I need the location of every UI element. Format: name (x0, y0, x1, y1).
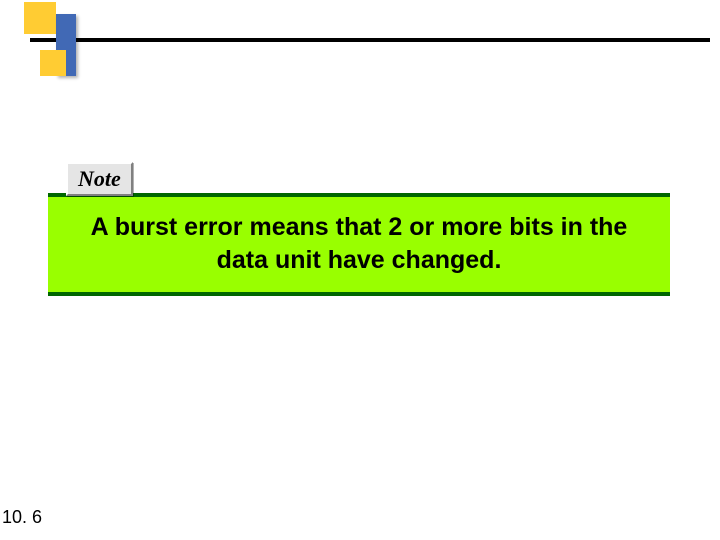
note-callout: Note A burst error means that 2 or more … (48, 162, 670, 296)
callout-text: A burst error means that 2 or more bits … (68, 211, 650, 276)
header-yellow-square-top (24, 2, 56, 34)
header-decoration (0, 0, 720, 80)
callout-box: A burst error means that 2 or more bits … (48, 193, 670, 296)
header-horizontal-line (30, 38, 710, 42)
page-number: 10. 6 (2, 507, 42, 528)
note-badge: Note (66, 162, 133, 196)
note-badge-label: Note (78, 166, 121, 191)
header-yellow-square-bottom (40, 50, 66, 76)
